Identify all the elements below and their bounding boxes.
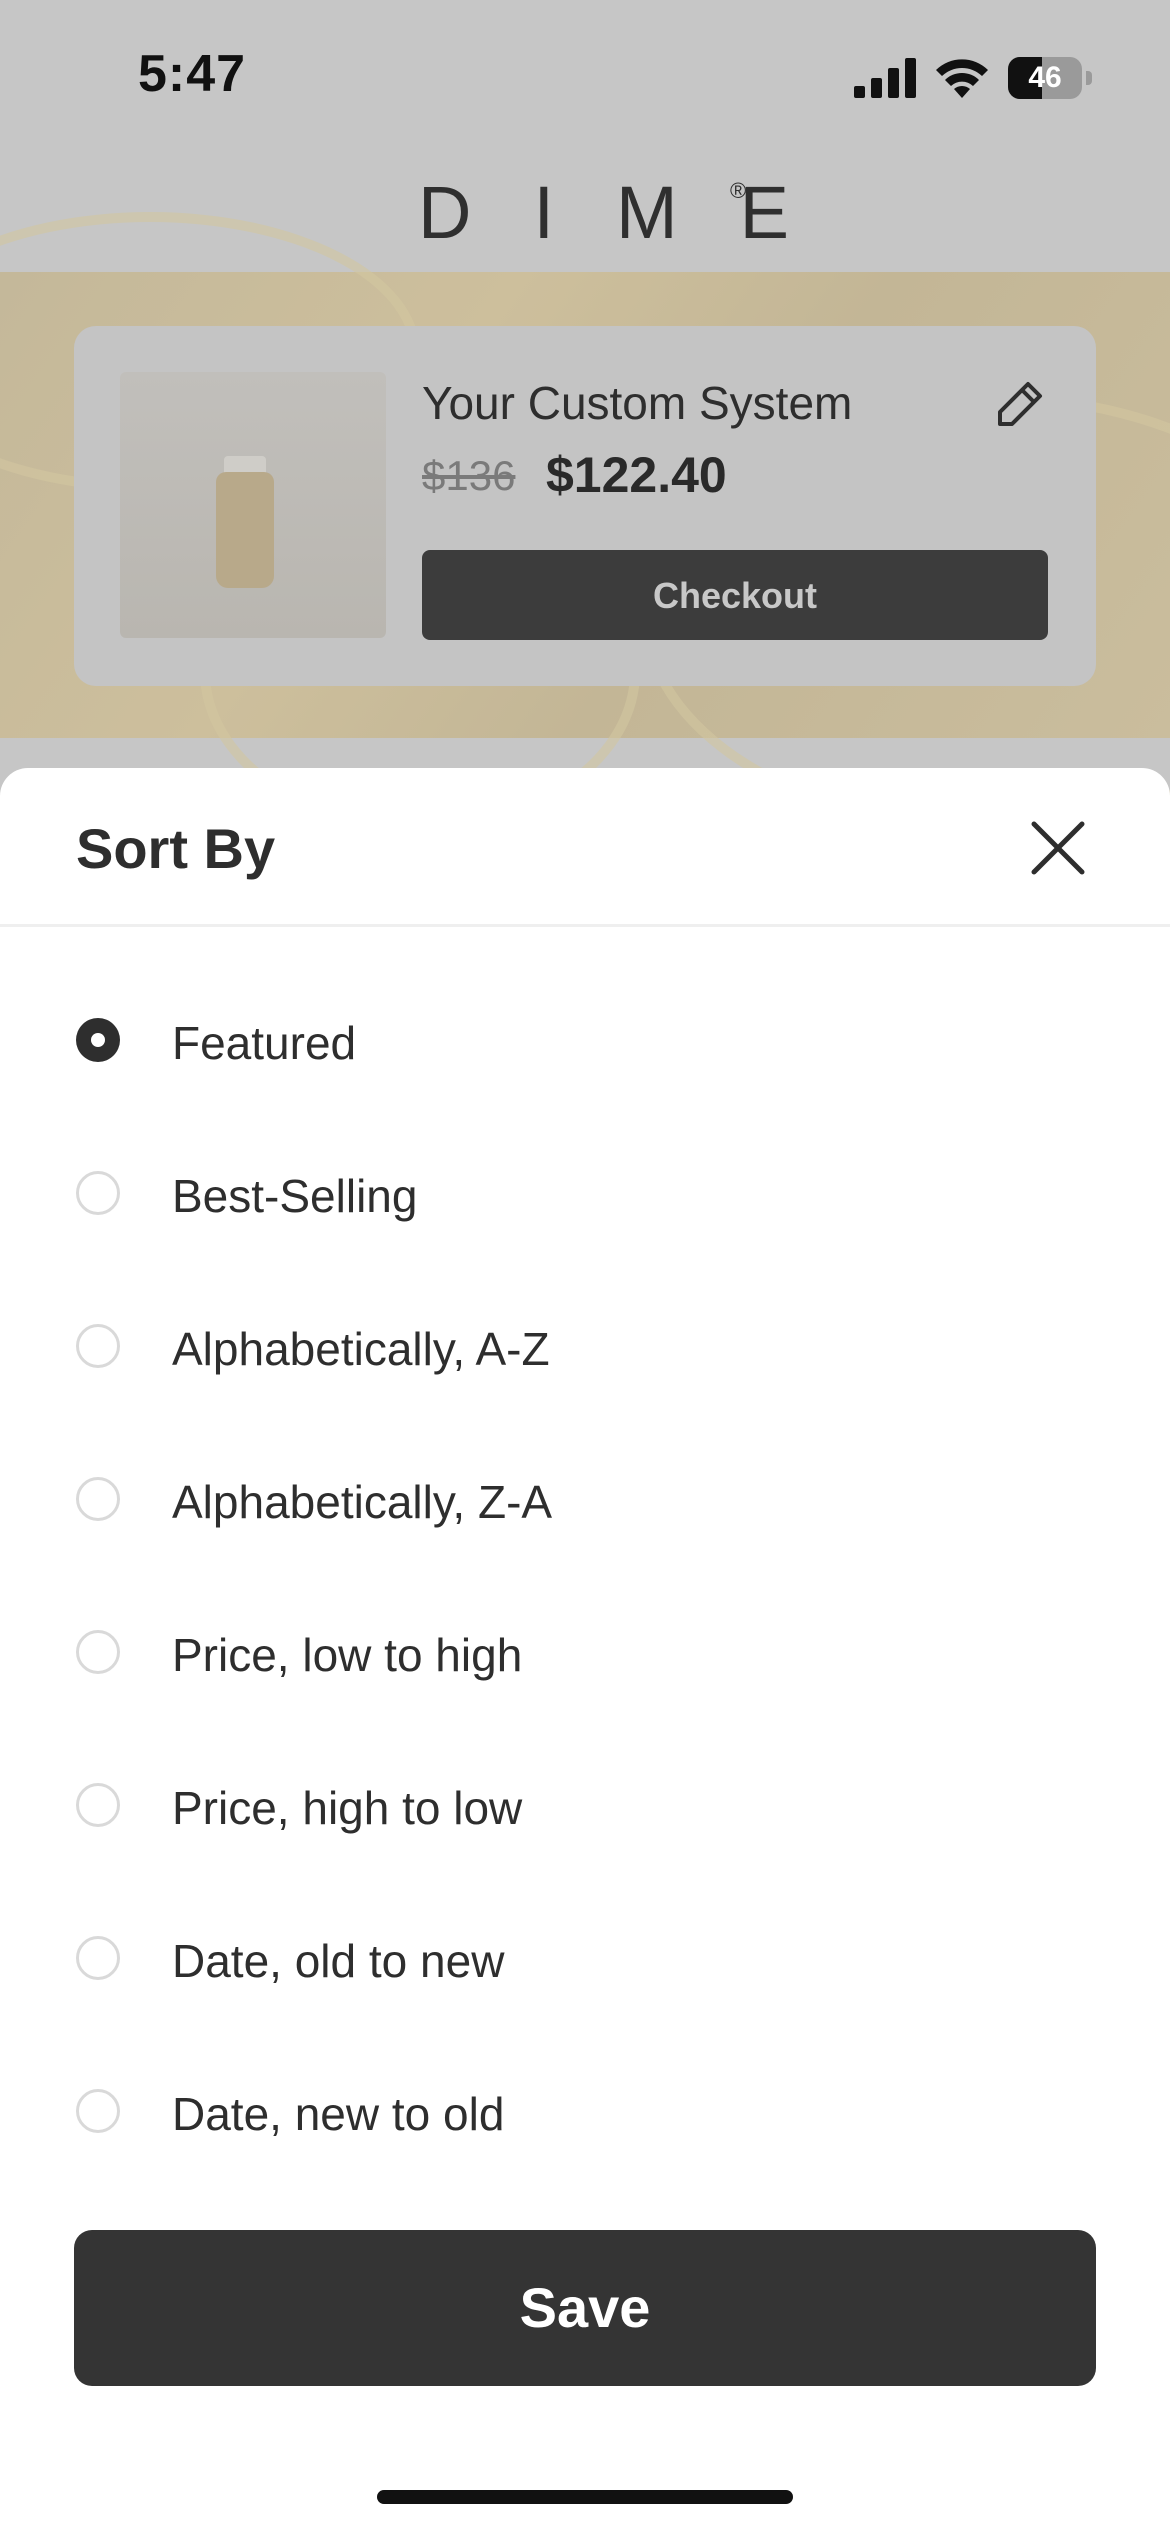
sort-option[interactable]: Featured <box>76 992 1076 1092</box>
sort-option-label: Date, new to old <box>172 2088 505 2140</box>
product-image <box>120 372 386 638</box>
battery-icon: 46 <box>1008 57 1092 99</box>
discounted-price: $122.40 <box>546 447 727 503</box>
sort-option[interactable]: Alphabetically, A-Z <box>76 1298 1076 1398</box>
radio-selected-icon[interactable] <box>76 1018 120 1062</box>
sort-by-sheet: Sort By Featured Best-Selling Alphabetical… <box>0 768 1170 2532</box>
radio-unselected-icon[interactable] <box>76 1783 120 1827</box>
custom-system-card: Your Custom System $136 $122.40 Checkout <box>74 326 1096 686</box>
battery-level: 46 <box>1028 61 1062 94</box>
registered-mark: ® <box>730 178 747 203</box>
card-title: Your Custom System <box>422 377 853 429</box>
sort-option-label: Featured <box>172 1017 357 1069</box>
sort-option[interactable]: Date, old to new <box>76 1910 1076 2010</box>
sheet-title: Sort By <box>76 817 276 880</box>
sort-option[interactable]: Best-Selling <box>76 1145 1076 1245</box>
original-price: $136 <box>422 452 516 499</box>
status-time: 5:47 <box>138 45 247 103</box>
wifi-icon <box>936 59 988 98</box>
radio-unselected-icon[interactable] <box>76 1630 120 1674</box>
radio-unselected-icon[interactable] <box>76 1324 120 1368</box>
home-indicator <box>377 2490 793 2504</box>
radio-unselected-icon[interactable] <box>76 1477 120 1521</box>
sheet-divider <box>0 924 1170 927</box>
sort-option-label: Best-Selling <box>172 1170 418 1222</box>
sort-option-label: Date, old to new <box>172 1935 505 1987</box>
sort-option[interactable]: Price, high to low <box>76 1757 1076 1857</box>
sort-option[interactable]: Date, new to old <box>76 2063 1076 2163</box>
pencil-edit-icon[interactable] <box>994 378 1046 430</box>
sort-option-label: Alphabetically, A-Z <box>172 1323 550 1375</box>
radio-unselected-icon[interactable] <box>76 1936 120 1980</box>
status-bar: 5:47 46 <box>0 0 1170 160</box>
close-icon[interactable] <box>1026 816 1090 880</box>
sort-option-label: Price, high to low <box>172 1782 523 1834</box>
sort-option-label: Price, low to high <box>172 1629 523 1681</box>
cellular-signal-icon <box>854 58 916 98</box>
save-button[interactable]: Save <box>74 2230 1096 2386</box>
bottle <box>216 472 274 588</box>
sort-option[interactable]: Price, low to high <box>76 1604 1076 1704</box>
checkout-button[interactable]: Checkout <box>422 550 1048 640</box>
brand-logo[interactable]: DIME <box>418 170 851 255</box>
radio-unselected-icon[interactable] <box>76 2089 120 2133</box>
sort-option-label: Alphabetically, Z-A <box>172 1476 553 1528</box>
radio-unselected-icon[interactable] <box>76 1171 120 1215</box>
sort-option[interactable]: Alphabetically, Z-A <box>76 1451 1076 1551</box>
